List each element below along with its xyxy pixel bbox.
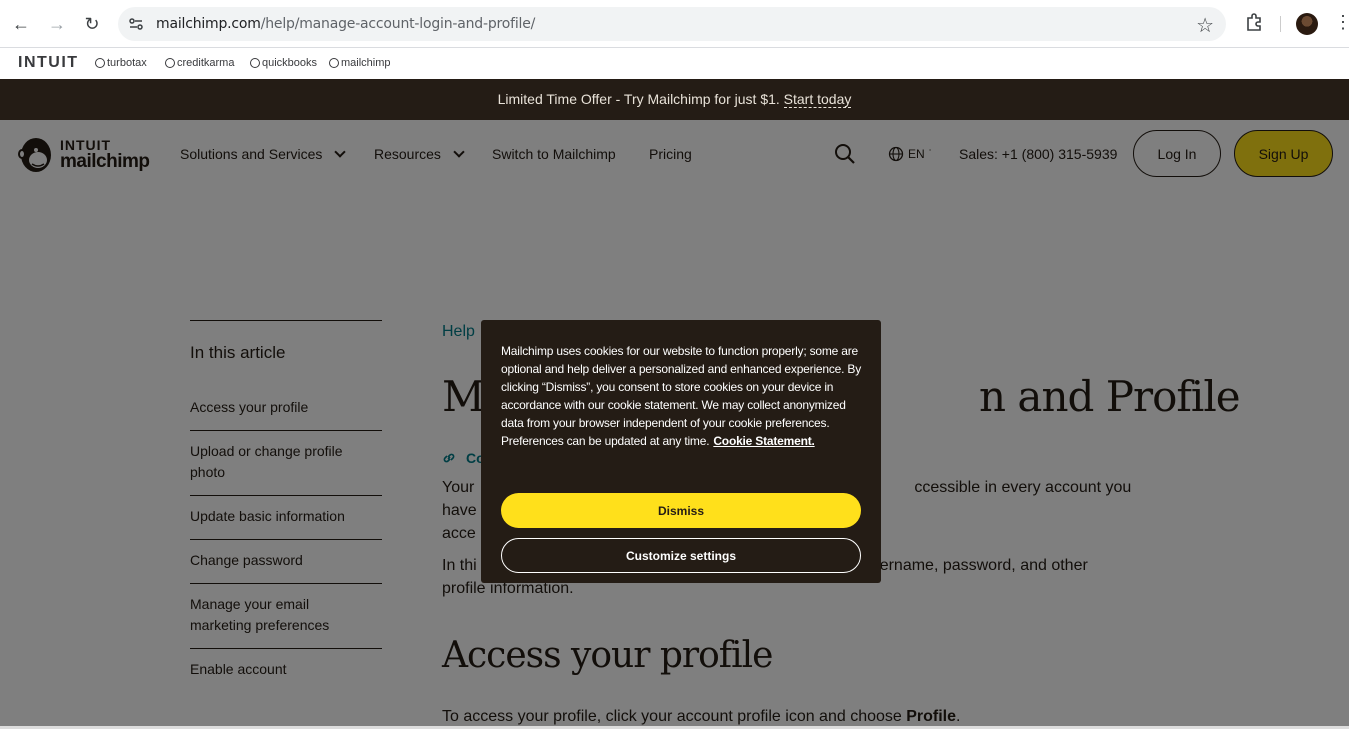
intuit-brand-bar: INTUIT turbotax creditkarma quickbooks m… [0,48,1349,79]
brand-link-quickbooks[interactable]: quickbooks [250,57,317,69]
mailchimp-small-icon [329,58,339,68]
cookie-message: Mailchimp uses cookies for our website t… [501,342,863,450]
bookmark-star-icon[interactable]: ☆ [1196,13,1214,38]
creditkarma-icon [165,58,175,68]
forward-icon[interactable]: → [45,12,69,36]
reload-icon[interactable]: ↻ [80,12,104,36]
profile-avatar[interactable] [1296,13,1318,35]
customize-settings-button[interactable]: Customize settings [501,538,861,573]
brand-link-creditkarma[interactable]: creditkarma [165,57,234,69]
intuit-logo[interactable]: INTUIT [18,54,79,72]
address-bar[interactable]: mailchimp.com/help/manage-account-login-… [118,7,1226,41]
brand-label: mailchimp [341,57,391,69]
brand-link-turbotax[interactable]: turbotax [95,57,147,69]
brand-label: creditkarma [177,57,235,69]
promo-banner: Limited Time Offer - Try Mailchimp for j… [0,79,1349,120]
toolbar-divider [1280,16,1281,32]
brand-link-mailchimp[interactable]: mailchimp [329,57,391,69]
cookie-consent-dialog: Mailchimp uses cookies for our website t… [481,320,881,583]
extensions-icon[interactable] [1244,12,1264,32]
turbotax-icon [95,58,105,68]
brand-label: quickbooks [262,57,318,69]
back-icon[interactable]: ← [9,12,33,36]
brand-label: turbotax [107,57,147,69]
site-info-icon[interactable] [128,16,144,32]
promo-link[interactable]: Start today [783,91,852,108]
url-host: mailchimp.com [156,16,261,32]
url-text: mailchimp.com/help/manage-account-login-… [156,16,535,32]
quickbooks-icon [250,58,260,68]
promo-text: Limited Time Offer - Try Mailchimp for j… [497,91,780,107]
browser-toolbar: ← → ↻ mailchimp.com/help/manage-account-… [0,0,1349,48]
cookie-statement-link[interactable]: Cookie Statement. [713,434,814,448]
browser-menu-icon[interactable]: ⋮ [1334,12,1349,33]
cookie-text: Mailchimp uses cookies for our website t… [501,344,861,448]
dismiss-button[interactable]: Dismiss [501,493,861,528]
url-path: /help/manage-account-login-and-profile/ [260,16,536,32]
